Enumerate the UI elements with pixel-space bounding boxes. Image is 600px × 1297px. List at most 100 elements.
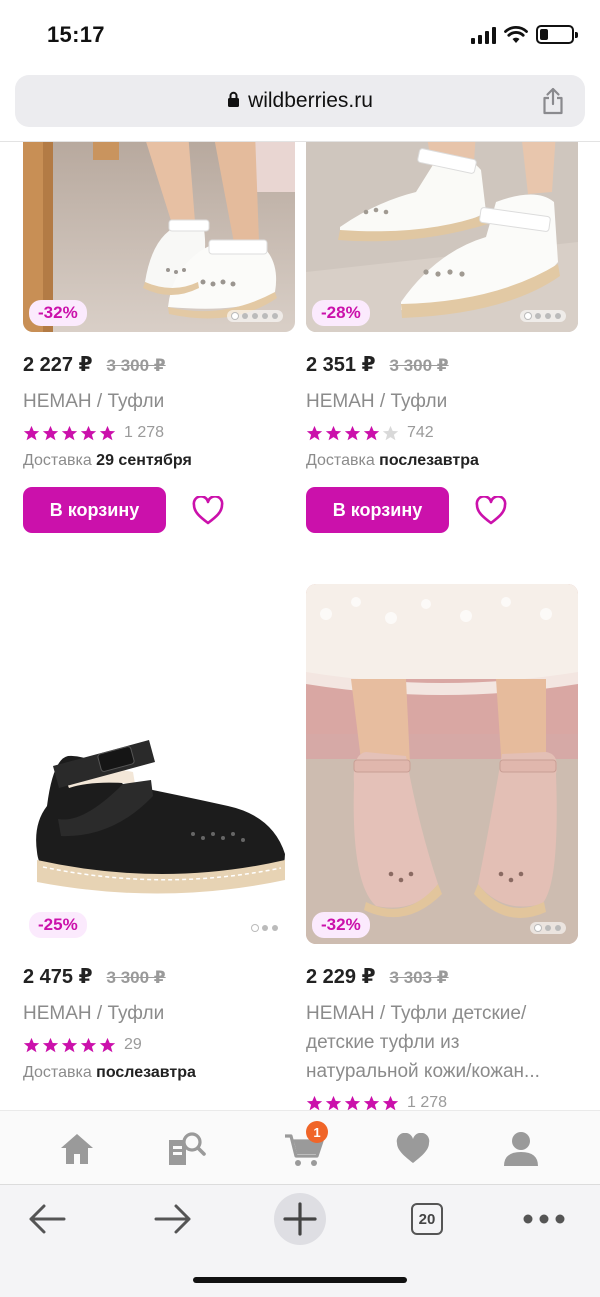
discount-badge: -32% — [312, 912, 370, 938]
product-card[interactable]: -25% 2 475 ₽ 3 300 ₽ НЕМАН / Туфли 29 До… — [23, 584, 295, 1082]
catalog-search-icon — [169, 1132, 206, 1165]
star-icon — [306, 425, 323, 440]
image-pagination-dots[interactable] — [227, 310, 283, 322]
product-title[interactable]: НЕМАН / Туфли — [306, 387, 578, 416]
pagination-dot[interactable] — [535, 925, 541, 931]
product-image[interactable]: -28% — [306, 142, 578, 332]
heart-outline-icon — [192, 495, 224, 524]
product-image[interactable]: -32% — [306, 584, 578, 944]
discount-badge: -32% — [29, 300, 87, 326]
pagination-dot[interactable] — [545, 925, 551, 931]
url-text: wildberries.ru — [248, 89, 373, 112]
favorite-button[interactable] — [192, 494, 224, 526]
price-row: 2 227 ₽ 3 300 ₽ — [23, 352, 295, 377]
nav-profile[interactable] — [501, 1129, 541, 1169]
star-icon — [80, 425, 97, 440]
star-icon — [363, 425, 380, 440]
product-card[interactable]: -28% 2 351 ₽ 3 300 ₽ НЕМАН / Туфли 742 Д… — [306, 142, 578, 533]
image-pagination-dots[interactable] — [520, 310, 566, 322]
review-count: 742 — [407, 424, 434, 441]
lock-icon — [228, 91, 240, 107]
add-to-cart-button[interactable]: В корзину — [306, 487, 449, 533]
rating-stars — [23, 1037, 116, 1054]
star-icon — [99, 425, 116, 440]
add-to-cart-button[interactable]: В корзину — [23, 487, 166, 533]
pagination-dot[interactable] — [252, 925, 258, 931]
product-card[interactable]: -32% 2 229 ₽ 3 303 ₽ НЕМАН / Туфли детск… — [306, 584, 578, 1110]
arrow-left-icon — [29, 1204, 66, 1234]
star-icon — [382, 425, 399, 440]
back-button[interactable] — [26, 1199, 68, 1239]
nav-catalog[interactable] — [166, 1129, 206, 1169]
delivery-label: Доставка — [23, 452, 92, 469]
status-time: 15:17 — [47, 22, 105, 47]
card-actions: В корзину — [306, 487, 578, 533]
product-image[interactable]: -25% — [23, 584, 295, 944]
address-bar[interactable]: wildberries.ru — [15, 75, 585, 127]
pagination-dot[interactable] — [555, 925, 561, 931]
delivery-date: послезавтра — [96, 1064, 196, 1081]
share-icon[interactable] — [541, 87, 565, 115]
star-icon — [363, 1095, 380, 1110]
product-image[interactable]: -32% — [23, 142, 295, 332]
delivery-info: Доставка послезавтра — [23, 1064, 295, 1082]
more-dots-icon — [523, 1214, 565, 1224]
pagination-dot[interactable] — [232, 313, 238, 319]
favorite-button[interactable] — [475, 494, 507, 526]
price: 2 475 ₽ — [23, 966, 93, 988]
pink-shoes-on-feet-image — [306, 584, 578, 944]
rating-row: 29 — [23, 1036, 295, 1054]
discount-badge: -28% — [312, 300, 370, 326]
pagination-dot[interactable] — [555, 313, 561, 319]
product-title[interactable]: НЕМАН / Туфли — [23, 999, 295, 1028]
old-price: 3 300 ₽ — [106, 356, 166, 375]
rating-row: 1 278 — [23, 424, 295, 442]
product-grid[interactable]: -32% 2 227 ₽ 3 300 ₽ НЕМАН / Туфли 1 278… — [0, 142, 600, 1110]
pagination-dot[interactable] — [272, 925, 278, 931]
delivery-date: 29 сентября — [96, 452, 192, 469]
forward-button[interactable] — [152, 1199, 194, 1239]
discount-badge: -25% — [29, 912, 87, 938]
rating-stars — [306, 1095, 399, 1111]
more-menu-button[interactable] — [522, 1199, 566, 1239]
pagination-dot[interactable] — [535, 313, 541, 319]
price: 2 351 ₽ — [306, 354, 376, 376]
image-pagination-dots[interactable] — [247, 922, 283, 934]
star-icon — [23, 1037, 40, 1052]
favorites-icon — [396, 1133, 430, 1163]
rating-stars — [23, 425, 116, 442]
pagination-dot[interactable] — [545, 313, 551, 319]
cart-count-badge: 1 — [306, 1121, 328, 1143]
product-card[interactable]: -32% 2 227 ₽ 3 300 ₽ НЕМАН / Туфли 1 278… — [23, 142, 295, 533]
star-icon — [23, 425, 40, 440]
new-tab-button[interactable] — [274, 1193, 326, 1245]
pagination-dot[interactable] — [252, 313, 258, 319]
cellular-signal-icon — [471, 26, 496, 44]
pagination-dot[interactable] — [262, 925, 268, 931]
star-icon — [61, 425, 78, 440]
pagination-dot[interactable] — [525, 313, 531, 319]
star-icon — [344, 425, 361, 440]
nav-home[interactable] — [57, 1129, 97, 1169]
product-title[interactable]: НЕМАН / Туфли — [23, 387, 295, 416]
nav-cart[interactable]: 1 — [284, 1121, 328, 1169]
product-title[interactable]: НЕМАН / Туфли детские/ детские туфли из … — [306, 999, 576, 1086]
price-row: 2 351 ₽ 3 300 ₽ — [306, 352, 578, 377]
rating-row: 742 — [306, 424, 578, 442]
star-icon — [325, 425, 342, 440]
url-display[interactable]: wildberries.ru — [15, 89, 585, 113]
nav-favorites[interactable] — [393, 1129, 433, 1169]
star-icon — [61, 1037, 78, 1052]
heart-outline-icon — [475, 495, 507, 524]
delivery-label: Доставка — [306, 452, 375, 469]
delivery-date: послезавтра — [379, 452, 479, 469]
tabs-button[interactable]: 20 — [410, 1199, 444, 1239]
pagination-dot[interactable] — [262, 313, 268, 319]
price-row: 2 475 ₽ 3 300 ₽ — [23, 964, 295, 989]
price-row: 2 229 ₽ 3 303 ₽ — [306, 964, 578, 989]
image-pagination-dots[interactable] — [530, 922, 566, 934]
arrow-right-icon — [154, 1204, 191, 1234]
pagination-dot[interactable] — [242, 313, 248, 319]
pagination-dot[interactable] — [272, 313, 278, 319]
review-count: 1 278 — [124, 424, 165, 441]
